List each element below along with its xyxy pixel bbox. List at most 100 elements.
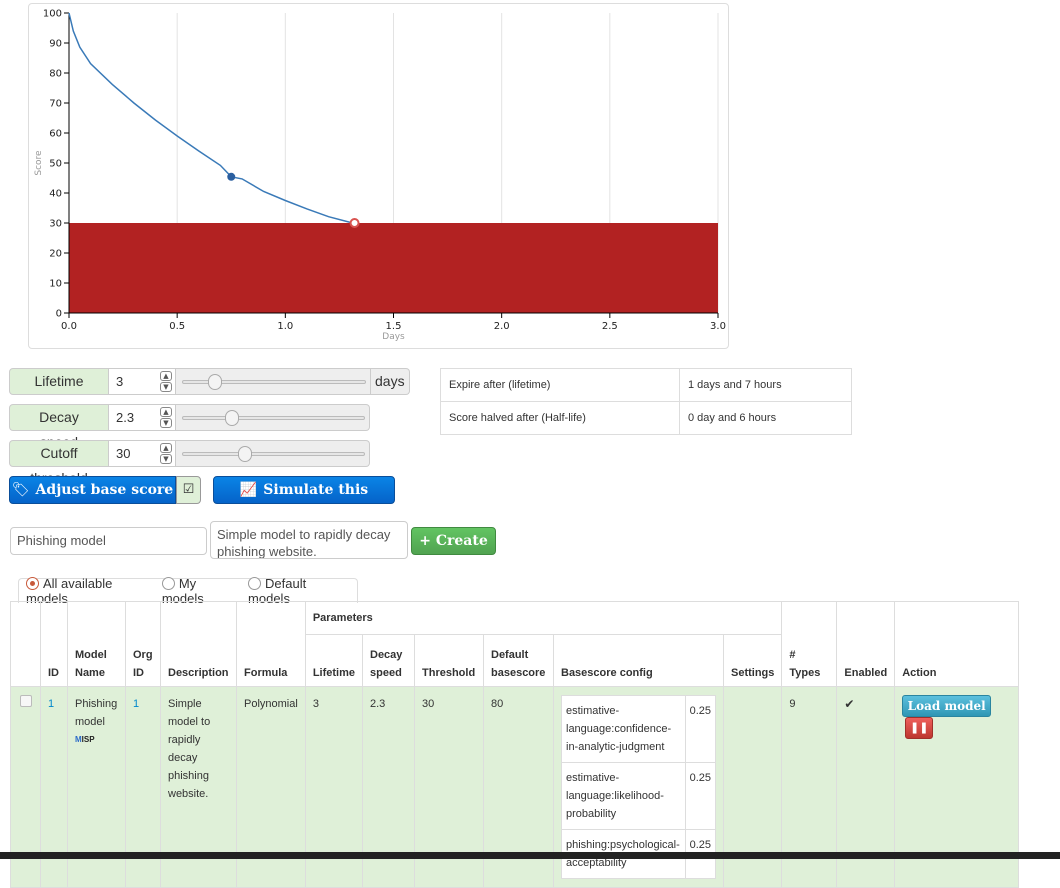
- basescore-config-header: Basescore config: [553, 634, 724, 687]
- cutoff-slider[interactable]: [176, 440, 370, 467]
- y-tick-label: 90: [49, 39, 62, 50]
- spin-up-icon[interactable]: ▲: [160, 407, 172, 417]
- cutoff-control: Cutoff threshold 30 ▲▼: [9, 440, 370, 486]
- x-tick-label: 0.5: [169, 321, 185, 332]
- halved-label: Score halved after (Half-life): [440, 401, 680, 435]
- row-name: Phishing model: [75, 698, 118, 728]
- types-header: # Types: [781, 601, 838, 687]
- y-tick-label: 60: [49, 129, 62, 140]
- formula-header: Formula: [236, 601, 306, 687]
- settings-header: Settings: [722, 634, 783, 687]
- y-tick-label: 80: [49, 69, 62, 80]
- bottom-bar: [0, 852, 1060, 859]
- description-header: Description: [160, 601, 237, 687]
- decay-speed-input[interactable]: 2.3 ▲ ▼: [109, 404, 176, 431]
- spin-down-icon[interactable]: ▼: [160, 382, 172, 392]
- org-id-header: Org ID: [125, 601, 161, 687]
- lifetime-input[interactable]: 3 ▲ ▼: [109, 368, 176, 395]
- x-tick-label: 2.0: [494, 321, 510, 332]
- pause-icon: ❚❚: [909, 721, 929, 734]
- threshold-header: Threshold: [414, 634, 484, 687]
- score-line: [68, 12, 355, 224]
- adjust-base-score-label: Adjust base score: [35, 482, 174, 498]
- model-description-textarea[interactable]: Simple model to rapidly decay phishing w…: [210, 521, 408, 559]
- row-checkbox[interactable]: [19, 695, 32, 707]
- slider-track: [182, 452, 365, 456]
- cutoff-label: Cutoff threshold: [9, 440, 109, 486]
- cutoff-region: [69, 223, 718, 313]
- y-tick-label: 30: [49, 219, 62, 230]
- adjust-base-score-button[interactable]: 🏷 Adjust base score: [9, 476, 176, 504]
- x-tick-label: 1.5: [386, 321, 402, 332]
- create-label: Create: [435, 533, 488, 549]
- action-header: Action: [894, 601, 1019, 687]
- y-tick-label: 100: [43, 9, 62, 20]
- cutoff-value: 30: [116, 446, 131, 461]
- spin-down-icon[interactable]: ▼: [160, 454, 172, 464]
- lifetime-slider[interactable]: [176, 368, 371, 395]
- spin-down-icon[interactable]: ▼: [160, 418, 172, 428]
- x-tick-label: 1.0: [277, 321, 293, 332]
- check-square-icon: ☑: [182, 482, 195, 497]
- y-tick-label: 50: [49, 159, 62, 170]
- decay-speed-spinner[interactable]: ▲ ▼: [160, 407, 172, 429]
- lifetime-label: Lifetime: [9, 368, 109, 395]
- basescore-value: 0.25: [684, 762, 717, 830]
- lifetime-control: Lifetime 3 ▲ ▼ days: [9, 368, 410, 395]
- basescore-tag: estimative-language:likelihood-probabili…: [561, 762, 686, 830]
- x-axis-label: Days: [382, 332, 405, 342]
- model-info-table: Expire after (lifetime) 1 days and 7 hou…: [440, 368, 852, 435]
- halved-value: 0 day and 6 hours: [679, 401, 852, 435]
- decay-chart: 0 10 20 30 40 50 60 70 80 90 100 0.0 0.5 1.0 1.5 2.0 2.5…: [34, 9, 726, 343]
- row-id-link[interactable]: 1: [48, 698, 54, 710]
- check-icon: ✔: [844, 697, 855, 711]
- y-axis-label: Score: [34, 150, 44, 176]
- radio-selected-icon[interactable]: [26, 577, 39, 590]
- lifetime-header: Lifetime: [304, 634, 364, 687]
- decay-chart-panel: 0 10 20 30 40 50 60 70 80 90 100 0.0 0.5 1.0 1.5 2.0 2.5…: [28, 3, 729, 349]
- model-name-header: Model Name: [67, 601, 126, 687]
- y-tick-label: 10: [49, 279, 62, 290]
- spin-up-icon[interactable]: ▲: [160, 371, 172, 381]
- cutoff-point: [349, 218, 360, 228]
- x-tick-label: 2.5: [602, 321, 618, 332]
- decay-speed-label: Decay speed: [9, 404, 109, 450]
- row-org-link[interactable]: 1: [133, 698, 139, 710]
- tags-icon: 🏷: [11, 482, 30, 498]
- select-column-header: [10, 601, 41, 687]
- basescore-row: estimative-language:confidence-in-analyt…: [561, 695, 717, 763]
- basescore-row: estimative-language:likelihood-probabili…: [561, 762, 717, 830]
- x-tick-label: 3.0: [710, 321, 726, 332]
- y-tick-label: 0: [56, 309, 62, 320]
- cutoff-slider-handle[interactable]: [238, 446, 253, 462]
- expire-value: 1 days and 7 hours: [679, 368, 852, 402]
- model-filter: All available models My models Default m…: [18, 576, 358, 606]
- decay-speed-value: 2.3: [116, 410, 135, 425]
- decaying-models-table: ID Model Name Org ID Description Formula…: [10, 601, 1019, 888]
- simulate-model-label: Simulate this model: [263, 482, 369, 524]
- decay-speed-slider-handle[interactable]: [224, 410, 239, 426]
- cutoff-spinner[interactable]: ▲ ▼: [160, 443, 172, 465]
- lifetime-spinner[interactable]: ▲ ▼: [160, 371, 172, 393]
- model-name-input[interactable]: Phishing model: [10, 527, 207, 555]
- line-chart-icon: 📈: [239, 482, 258, 498]
- decay-speed-control: Decay speed 2.3 ▲▼: [9, 404, 370, 450]
- decay-speed-header: Decay speed: [362, 634, 415, 687]
- load-model-button[interactable]: Load model: [902, 695, 992, 717]
- radio-icon[interactable]: [161, 577, 175, 590]
- simulate-model-button[interactable]: 📈 Simulate this model: [213, 476, 395, 524]
- x-tick-label: 0.0: [61, 321, 77, 332]
- lifetime-slider-handle[interactable]: [207, 374, 222, 390]
- create-button[interactable]: + Create: [411, 527, 496, 555]
- basescore-value: 0.25: [684, 695, 717, 763]
- spin-up-icon[interactable]: ▲: [160, 443, 172, 453]
- delete-model-button[interactable]: ❚❚: [905, 717, 934, 739]
- parameters-header: Parameters: [304, 601, 783, 635]
- radio-icon[interactable]: [248, 577, 262, 590]
- lifetime-value: 3: [116, 374, 124, 389]
- misp-logo-mark: M: [75, 735, 82, 744]
- cutoff-input[interactable]: 30 ▲ ▼: [109, 440, 176, 467]
- adjust-base-score-checkbox[interactable]: ☑: [176, 476, 201, 504]
- decay-speed-slider[interactable]: [176, 404, 370, 431]
- enabled-header: Enabled: [836, 601, 896, 687]
